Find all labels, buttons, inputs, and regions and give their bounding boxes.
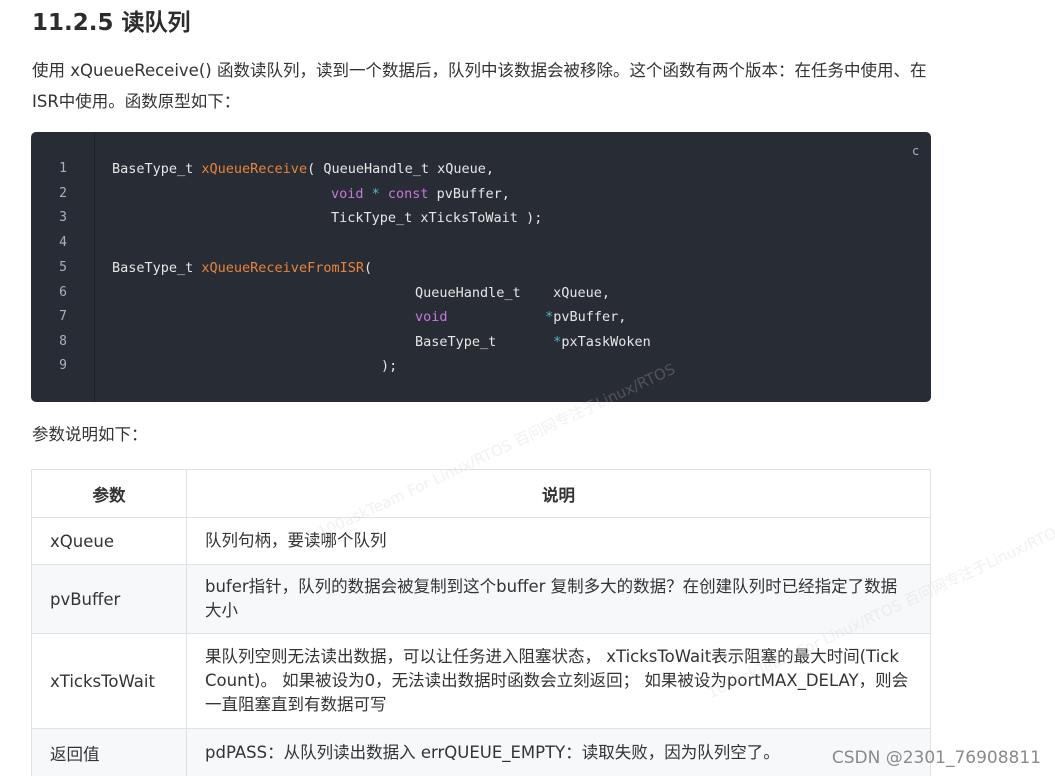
code-token-operator: *	[545, 309, 554, 325]
csdn-credit: CSDN @2301_76908811	[831, 748, 1041, 768]
line-number: 2	[59, 186, 67, 201]
table-row: pvBuffer bufer指针，队列的数据会被复制到这个buffer 复制多大…	[31, 564, 931, 634]
line-number: 9	[59, 358, 67, 373]
intro-function-name: xQueueReceive()	[70, 61, 212, 80]
article-page: 11.2.5 读队列 使用 xQueueReceive() 函数读队列，读到一个…	[0, 0, 1055, 776]
table-row: xQueue 队列句柄，要读哪个队列	[31, 517, 931, 565]
line-number: 5	[59, 260, 67, 275]
code-line-6: QueueHandle_t xQueue,	[415, 285, 611, 301]
table-row: xTicksToWait 果队列空则无法读出数据，可以让任务进入阻塞状态， xT…	[31, 633, 931, 729]
code-token-params: pvBuffer,	[553, 309, 627, 325]
code-token-keyword: const	[387, 186, 429, 202]
language-label: c	[912, 144, 919, 158]
line-number: 3	[59, 210, 67, 225]
line-number: 6	[59, 285, 67, 300]
code-line-8: BaseType_t *pxTaskWoken	[415, 333, 651, 351]
param-name-cell: xTicksToWait	[31, 633, 187, 729]
code-line-2: void * const pvBuffer,	[331, 185, 510, 203]
param-desc-cell: 果队列空则无法读出数据，可以让任务进入阻塞状态， xTicksToWait表示阻…	[186, 633, 931, 729]
code-line-5: BaseType_t xQueueReceiveFromISR(	[112, 259, 372, 277]
intro-text-before: 使用	[32, 61, 71, 80]
code-token-type: BaseType_t	[112, 260, 202, 276]
code-token-type: BaseType_t	[112, 161, 202, 177]
param-desc-cell: 队列句柄，要读哪个队列	[186, 517, 931, 565]
code-token-params: ( QueueHandle_t xQueue,	[307, 161, 495, 177]
param-desc-cell: pdPASS：从队列读出数据入 errQUEUE_EMPTY：读取失败，因为队列…	[186, 728, 931, 776]
code-line-1: BaseType_t xQueueReceive( QueueHandle_t …	[112, 160, 494, 178]
code-token-function: xQueueReceive	[201, 161, 308, 177]
code-token-paren: (	[363, 260, 373, 276]
code-token-operator: *	[363, 186, 388, 202]
line-number: 8	[59, 334, 67, 349]
code-line-3: TickType_t xTicksToWait );	[331, 210, 543, 226]
param-name-cell: xQueue	[31, 517, 187, 565]
code-token-params: pvBuffer,	[428, 186, 510, 202]
line-number: 7	[59, 309, 67, 324]
code-token-function: xQueueReceiveFromISR	[201, 260, 364, 276]
code-token-type: BaseType_t	[415, 334, 554, 350]
code-block[interactable]: 1 2 3 4 5 6 7 8 9 BaseType_t xQueueRecei…	[31, 132, 931, 402]
table-header-cell: 参数	[31, 469, 187, 518]
table-header-row: 参数 说明	[31, 469, 931, 518]
code-token-keyword: void	[331, 186, 364, 202]
line-number: 4	[59, 235, 67, 250]
code-token-spacing	[448, 309, 546, 325]
line-number: 1	[59, 161, 67, 176]
section-heading: 11.2.5 读队列	[32, 10, 191, 36]
code-token-keyword: void	[415, 309, 448, 325]
line-number-gutter: 1 2 3 4 5 6 7 8 9	[31, 132, 95, 402]
param-name-cell: 返回值	[31, 728, 187, 776]
code-token-params: pxTaskWoken	[561, 334, 651, 350]
code-line-9: );	[381, 358, 398, 374]
params-caption: 参数说明如下：	[32, 425, 148, 444]
code-line-7: void *pvBuffer,	[415, 308, 626, 326]
intro-paragraph: 使用 xQueueReceive() 函数读队列，读到一个数据后，队列中该数据会…	[32, 55, 932, 117]
table-header-cell: 说明	[186, 469, 931, 518]
param-desc-cell: bufer指针，队列的数据会被复制到这个buffer 复制多大的数据？在创建队列…	[186, 564, 931, 634]
param-name-cell: pvBuffer	[31, 564, 187, 634]
parameter-table: 参数 说明 xQueue 队列句柄，要读哪个队列 pvBuffer bufer指…	[31, 469, 931, 776]
table-row: 返回值 pdPASS：从队列读出数据入 errQUEUE_EMPTY：读取失败，…	[31, 728, 931, 776]
